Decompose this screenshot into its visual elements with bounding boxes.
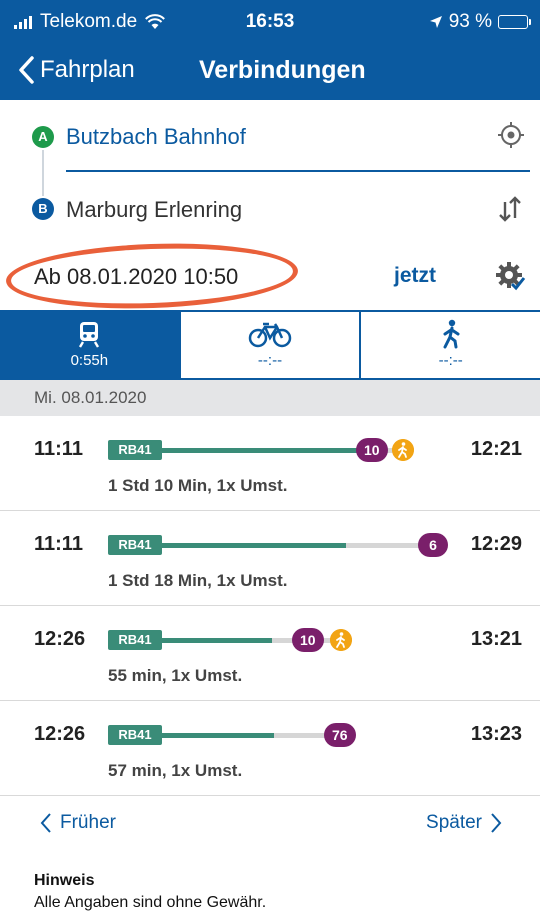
disclaimer: Hinweis Alle Angaben sind ohne Gewähr. xyxy=(34,872,266,912)
date-header: Mi. 08.01.2020 xyxy=(0,380,540,416)
bike-icon xyxy=(248,322,292,348)
arrival-time: 13:23 xyxy=(470,723,522,745)
datetime-row: Ab 08.01.2020 10:50 jetzt xyxy=(0,238,540,314)
date-header-label: Mi. 08.01.2020 xyxy=(34,388,147,407)
duration-transfers: 1 Std 10 Min, 1x Umst. xyxy=(108,476,288,495)
duration-transfers: 57 min, 1x Umst. xyxy=(108,761,243,780)
arrival-time: 12:29 xyxy=(470,533,522,555)
from-station-field[interactable]: Butzbach Bahnhof xyxy=(66,124,246,150)
bus-line-badge: 10 xyxy=(292,628,324,652)
status-right: 93 % xyxy=(429,11,531,33)
walk-icon xyxy=(443,319,460,349)
bus-line-badge: 76 xyxy=(324,723,356,747)
pagination: Früher Später xyxy=(0,800,540,848)
tab-walk[interactable]: --:-- xyxy=(359,312,540,378)
duration-transfers: 55 min, 1x Umst. xyxy=(108,666,243,685)
walk-duration: --:-- xyxy=(438,352,463,369)
train-icon xyxy=(79,322,100,348)
route-connector xyxy=(42,150,44,196)
departure-time: 12:26 xyxy=(34,723,86,745)
connection-row[interactable]: 12:26 RB41 10 13:21 55 min, 1x Umst. xyxy=(0,606,540,701)
later-button[interactable]: Später xyxy=(426,812,502,834)
line-badge: RB41 xyxy=(108,440,162,460)
train-segment xyxy=(160,733,274,738)
from-field-underline xyxy=(66,170,530,172)
arrival-time: 13:21 xyxy=(470,628,522,650)
settings-gear-icon[interactable] xyxy=(494,260,526,292)
swap-icon[interactable] xyxy=(496,194,524,224)
connection-row[interactable]: 11:11 RB41 6 12:29 1 Std 18 Min, 1x Umst… xyxy=(0,511,540,606)
chevron-right-icon xyxy=(491,813,502,833)
route-section: A B Butzbach Bahnhof Marburg Erlenring xyxy=(0,100,540,240)
highlight-circle xyxy=(4,238,300,314)
tab-train[interactable]: 0:55h xyxy=(0,312,179,378)
line-badge: RB41 xyxy=(108,630,162,650)
now-button[interactable]: jetzt xyxy=(394,264,436,288)
earlier-label: Früher xyxy=(60,812,116,833)
current-location-icon[interactable] xyxy=(496,120,526,150)
chevron-left-icon xyxy=(19,56,34,84)
battery-icon xyxy=(498,15,531,29)
disclaimer-heading: Hinweis xyxy=(34,872,95,889)
arrival-time: 12:21 xyxy=(470,438,522,460)
transport-mode-tabs: 0:55h --:-- --:-- xyxy=(0,310,540,380)
line-badge: RB41 xyxy=(108,725,162,745)
train-segment xyxy=(160,638,272,643)
back-button[interactable]: Fahrplan xyxy=(18,56,135,84)
train-segment xyxy=(160,448,360,453)
departure-time: 12:26 xyxy=(34,628,86,650)
duration-transfers: 1 Std 18 Min, 1x Umst. xyxy=(108,571,288,590)
destination-marker: B xyxy=(32,198,54,220)
train-segment xyxy=(160,543,346,548)
earlier-button[interactable]: Früher xyxy=(40,812,116,834)
connection-row[interactable]: 12:26 RB41 76 13:23 57 min, 1x Umst. xyxy=(0,701,540,796)
page-title: Verbindungen xyxy=(199,56,366,84)
departure-time: 11:11 xyxy=(34,438,83,460)
route-end-dot xyxy=(440,542,447,549)
walk-transfer-icon xyxy=(330,629,352,651)
line-badge: RB41 xyxy=(108,535,162,555)
later-label: Später xyxy=(426,812,482,833)
location-arrow-icon xyxy=(429,16,442,28)
bus-line-badge: 10 xyxy=(356,438,388,462)
start-marker: A xyxy=(32,126,54,148)
departure-time: 11:11 xyxy=(34,533,83,555)
connection-row[interactable]: 11:11 RB41 10 12:21 1 Std 10 Min, 1x Ums… xyxy=(0,416,540,511)
to-station-field[interactable]: Marburg Erlenring xyxy=(66,197,242,223)
tab-bike[interactable]: --:-- xyxy=(178,312,360,378)
walk-transfer-icon xyxy=(392,439,414,461)
back-label: Fahrplan xyxy=(40,56,135,83)
battery-percent: 93 % xyxy=(448,11,492,32)
chevron-left-icon xyxy=(40,813,51,833)
status-bar: Telekom.de 16:53 93 % xyxy=(0,0,540,42)
train-duration: 0:55h xyxy=(70,352,109,369)
navigation-bar: Fahrplan Verbindungen xyxy=(0,42,540,100)
disclaimer-text: Alle Angaben sind ohne Gewähr. xyxy=(34,894,267,911)
bike-duration: --:-- xyxy=(257,352,283,369)
